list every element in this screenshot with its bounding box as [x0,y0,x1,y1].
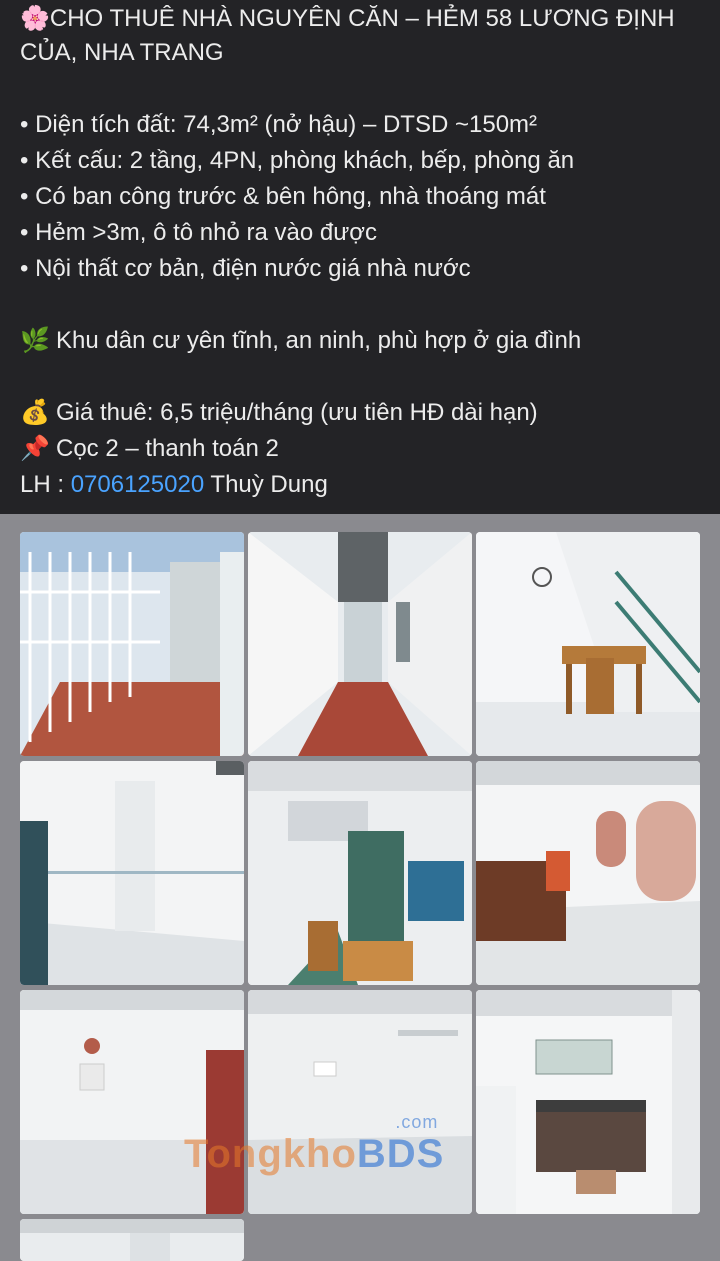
phone-link[interactable]: 0706125020 [71,471,204,498]
bedroom-photo[interactable] [476,761,700,985]
bullet-item: • Hẻm >3m, ô tô nhỏ ra vào được [20,219,378,246]
dining-stairs-photo[interactable] [476,532,700,756]
post-title-line1: 🌸CHO THUÊ NHÀ NGUYÊN CĂN – HẺM 58 LƯƠNG … [20,5,675,32]
money-bag-icon: 💰 [20,399,50,426]
bullet-item: • Diện tích đất: 74,3m² (nở hậu) – DTSD … [20,111,538,138]
post-title-line2: CỦA, NHA TRANG [20,39,224,66]
balcony-photo[interactable] [20,532,244,756]
pushpin-icon: 📌 [20,435,50,462]
contact-line: LH : 0706125020 Thuỳ Dung [20,471,328,498]
bullet-item: • Có ban công trước & bên hông, nhà thoá… [20,183,546,210]
bullet-item: • Nội thất cơ bản, điện nước giá nhà nướ… [20,255,471,282]
empty-room-photo-3[interactable] [248,990,472,1214]
deposit-line: 📌 Cọc 2 – thanh toán 2 [20,435,279,462]
bullet-item: • Kết cấu: 2 tầng, 4PN, phòng khách, bếp… [20,147,575,174]
empty-room-photo-2[interactable] [20,990,244,1214]
flower-icon: 🌸 [20,5,50,32]
partial-photo[interactable] [20,1219,244,1261]
price-line: 💰 Giá thuê: 6,5 triệu/tháng (ưu tiên HĐ d… [20,399,538,426]
corridor-photo[interactable] [248,532,472,756]
overhead-room-photo[interactable] [248,761,472,985]
herb-icon: 🌿 [20,327,50,354]
site-watermark: TongkhoBDS .com [184,1112,445,1176]
photo-gallery: TongkhoBDS .com [0,514,720,1261]
post-text-panel: 🌸CHO THUÊ NHÀ NGUYÊN CĂN – HẺM 58 LƯƠNG … [0,0,720,514]
kitchen-photo[interactable] [476,990,700,1214]
empty-room-photo-1[interactable] [20,761,244,985]
area-note: 🌿 Khu dân cư yên tĩnh, an ninh, phù hợp ở… [20,327,582,354]
contact-name: Thuỳ Dung [204,471,328,498]
